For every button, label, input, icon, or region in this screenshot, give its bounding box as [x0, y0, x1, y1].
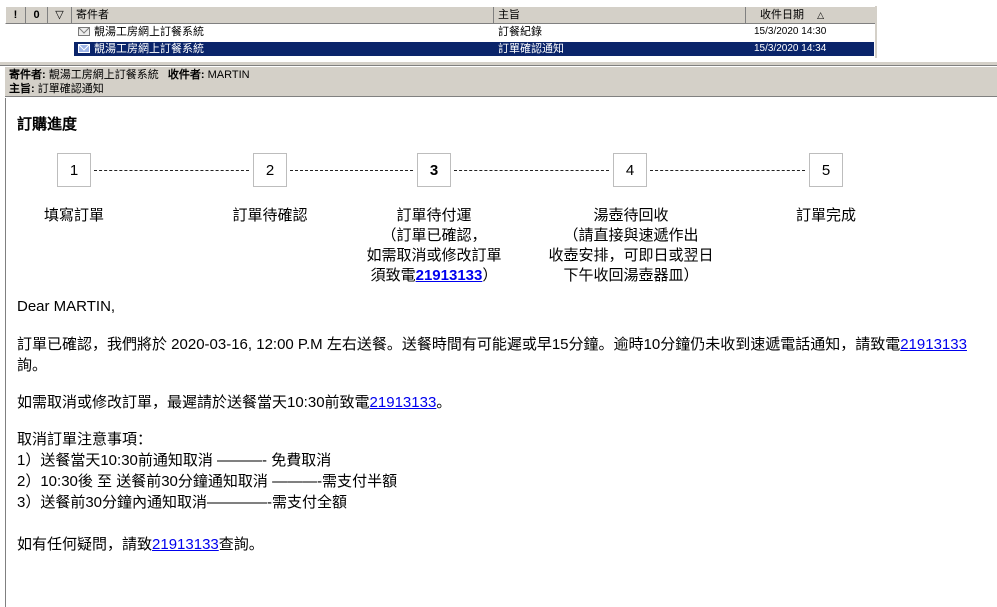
message-received: 15/3/2020 14:34 [754, 43, 827, 54]
message-row[interactable]: 靚湯工房網上訂餐系統 訂餐紀錄 15/3/2020 14:30 [74, 25, 874, 39]
cancellation-notice: 取消訂單注意事項： 1）送餐當天10:30前通知取消 ———- 免費取消 2）1… [17, 429, 397, 513]
message-sender: 靚湯工房網上訂餐系統 [94, 26, 204, 38]
step-1-box: 1 [57, 153, 91, 187]
flag-column-header[interactable]: ▽ [48, 7, 72, 23]
step-connector [94, 170, 249, 171]
step-4-note-line3: 下午收回湯壺器皿） [563, 267, 699, 284]
received-column-header[interactable]: 收件日期 △ [746, 7, 876, 23]
step-2-label: 訂單待確認 [200, 206, 340, 226]
message-subject: 訂餐紀錄 [498, 26, 542, 38]
step-2-box: 2 [253, 153, 287, 187]
envelope-read-icon [78, 27, 90, 36]
step-4-box: 4 [613, 153, 647, 187]
modify-paragraph: 如需取消或修改訂單，最遲請於送餐當天10:30前致電21913133。 [17, 392, 451, 413]
progress-title: 訂購進度 [17, 116, 78, 133]
step-3-note-suffix: ） [482, 267, 498, 284]
phone-link[interactable]: 21913133 [900, 336, 967, 353]
phone-link[interactable]: 21913133 [370, 394, 437, 411]
preview-subject-line: 主旨: 訂單確認通知 [5, 82, 997, 96]
to-label: 收件者: [167, 69, 205, 81]
confirmation-text-end: 詢。 [17, 357, 48, 374]
modify-text-end: 。 [436, 394, 452, 411]
step-4-label: 湯壺待回收 （請直接與速遞作出 收壺安排，可即日或翌日 下午收回湯壺器皿） [531, 206, 731, 286]
notice-item: 2）10:30後 至 送餐前30分鐘通知取消 ———-需支付半額 [17, 473, 398, 490]
contact-text: 如有任何疑問，請致 [17, 536, 153, 553]
step-connector [454, 170, 609, 171]
step-3-note-line3: 須致電21913133） [334, 266, 534, 286]
notice-title: 取消訂單注意事項： [17, 431, 153, 448]
from-label: 寄件者: [9, 69, 46, 81]
to-value: MARTIN [207, 69, 250, 81]
message-list-header: ! 0 ▽ 寄件者 主旨 收件日期 △ [5, 6, 876, 24]
notice-item: 1）送餐當天10:30前通知取消 ———- 免費取消 [17, 452, 332, 469]
message-list: ! 0 ▽ 寄件者 主旨 收件日期 △ 靚湯工房網上訂餐系統 訂餐紀錄 15/3… [0, 0, 997, 62]
message-sender: 靚湯工房網上訂餐系統 [94, 43, 204, 55]
step-4-title: 湯壺待回收 [593, 207, 669, 224]
step-3-note-prefix: 須致電 [370, 267, 416, 284]
message-row-selected[interactable]: 靚湯工房網上訂餐系統 訂單確認通知 15/3/2020 14:34 [74, 42, 874, 56]
subject-value: 訂單確認通知 [37, 83, 104, 95]
step-4-note-line2: 收壺安排，可即日或翌日 [548, 247, 714, 264]
phone-link[interactable]: 21913133 [416, 267, 483, 284]
subject-column-header[interactable]: 主旨 [494, 7, 746, 23]
step-3-title: 訂單待付運 [396, 207, 472, 224]
contact-text-end: 查詢。 [218, 536, 264, 553]
sort-ascending-icon: △ [817, 10, 824, 20]
modify-text: 如需取消或修改訂單，最遲請於送餐當天10:30前致電 [17, 394, 370, 411]
preview-header: 寄件者: 靚湯工房網上訂餐系統 收件者: MARTIN 主旨: 訂單確認通知 [5, 67, 997, 97]
attachment-column-header[interactable]: 0 [26, 7, 48, 23]
greeting: Dear MARTIN, [17, 298, 116, 315]
preview-from-line: 寄件者: 靚湯工房網上訂餐系統 收件者: MARTIN [5, 68, 997, 82]
received-column-label: 收件日期 [760, 9, 804, 21]
step-3-box: 3 [417, 153, 451, 187]
step-5-label: 訂單完成 [766, 206, 886, 226]
step-2-title: 訂單待確認 [232, 207, 308, 224]
step-4-note-line1: （請直接與速遞作出 [563, 227, 699, 244]
step-3-label: 訂單待付運 （訂單已確認， 如需取消或修改訂單 須致電21913133） [334, 206, 534, 286]
contact-paragraph: 如有任何疑問，請致21913133查詢。 [17, 534, 264, 555]
step-5-box: 5 [809, 153, 843, 187]
notice-item: 3）送餐前30分鐘內通知取消————-需支付全額 [17, 494, 348, 511]
step-connector [290, 170, 413, 171]
pane-splitter[interactable] [0, 61, 997, 66]
step-1-title: 填寫訂單 [43, 207, 104, 224]
sender-column-header[interactable]: 寄件者 [72, 7, 494, 23]
step-1-label: 填寫訂單 [14, 206, 134, 226]
message-received: 15/3/2020 14:30 [754, 26, 827, 37]
subject-label: 主旨: [9, 83, 35, 95]
step-3-note-line2: 如需取消或修改訂單 [366, 247, 502, 264]
email-body: 訂購進度 1 2 3 4 5 填寫訂單 訂單待確認 訂單待付運 （訂單已確認， … [5, 98, 997, 607]
from-value: 靚湯工房網上訂餐系統 [48, 69, 159, 81]
phone-link[interactable]: 21913133 [152, 536, 219, 553]
envelope-open-icon [78, 44, 90, 53]
step-5-title: 訂單完成 [795, 207, 856, 224]
step-3-note-line1: （訂單已確認， [381, 227, 487, 244]
importance-column-header[interactable]: ! [6, 7, 26, 23]
confirmation-paragraph: 訂單已確認，我們將於 2020-03-16, 12:00 P.M 左右送餐。送餐… [17, 334, 967, 376]
confirmation-text: 訂單已確認，我們將於 2020-03-16, 12:00 P.M 左右送餐。送餐… [17, 336, 901, 353]
list-pane-edge [875, 6, 877, 58]
message-subject: 訂單確認通知 [498, 43, 564, 55]
step-connector [650, 170, 805, 171]
